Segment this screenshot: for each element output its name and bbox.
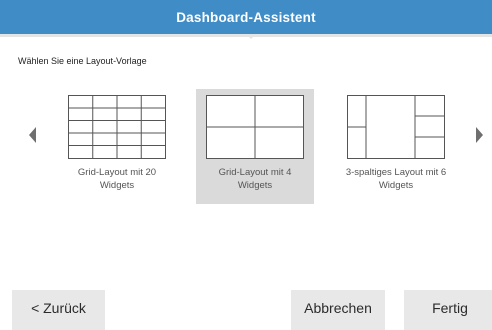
back-button[interactable]: < Zurück (12, 290, 105, 330)
caption-line-1: Grid-Layout mit 4 (218, 167, 292, 178)
previous-arrow-icon[interactable] (29, 127, 36, 143)
caption-line-2: Widgets (237, 180, 273, 191)
template-caption: Grid-Layout mit 4 Widgets (196, 166, 314, 192)
next-arrow-icon[interactable] (476, 127, 483, 143)
template-grid-4[interactable]: Grid-Layout mit 4 Widgets (196, 89, 314, 204)
caption-line-2: Widgets (99, 180, 135, 191)
cancel-button[interactable]: Abbrechen (291, 290, 385, 330)
dialog-titlebar: Dashboard-Assistent (0, 0, 492, 37)
template-caption: 3-spaltiges Layout mit 6 Widgets (337, 166, 455, 192)
finish-button[interactable]: Fertig (404, 290, 492, 330)
caption-line-1: 3-spaltiges Layout mit 6 (345, 167, 447, 178)
template-caption: Grid-Layout mit 20 Widgets (58, 166, 176, 192)
titlebar-notch (246, 34, 256, 39)
caption-line-1: Grid-Layout mit 20 (77, 167, 157, 178)
grid-20-layout-icon (68, 95, 166, 159)
instruction-text: Wählen Sie eine Layout-Vorlage (18, 56, 147, 66)
grid-4-layout-icon (206, 95, 304, 159)
template-grid-20[interactable]: Grid-Layout mit 20 Widgets (58, 89, 176, 204)
dialog-title: Dashboard-Assistent (176, 9, 316, 25)
caption-line-2: Widgets (378, 180, 414, 191)
three-column-layout-icon (347, 95, 445, 159)
template-3-column-6[interactable]: 3-spaltiges Layout mit 6 Widgets (337, 89, 455, 204)
